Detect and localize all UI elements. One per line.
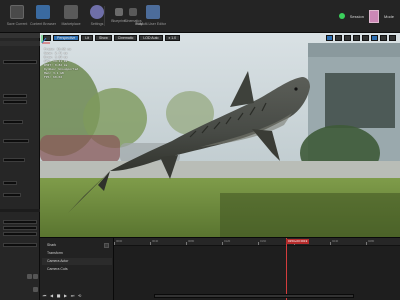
level-viewport[interactable]: Perspective Lit Show Cinematic LOD Auto … bbox=[40, 33, 400, 237]
playhead-frame-label: 0153+00 0019 bbox=[286, 239, 310, 244]
playback-range-scrollbar[interactable] bbox=[154, 294, 354, 298]
track-label: Transform bbox=[47, 251, 63, 255]
maximize-icon[interactable] bbox=[389, 35, 396, 41]
viewport-scene bbox=[40, 33, 400, 237]
marketplace-icon bbox=[64, 5, 78, 19]
details-panel bbox=[0, 33, 40, 300]
panel-header bbox=[0, 41, 40, 46]
transport-controls: ⏮ ◀ ■ ▶ ⏭ ⟲ bbox=[42, 293, 82, 298]
timeline[interactable]: 0000 0040 0080 0120 0160 0200 0240 0280 … bbox=[114, 238, 400, 300]
ruler-tick-label: 0080 bbox=[188, 239, 195, 243]
ruler-tick bbox=[150, 242, 151, 245]
ruler-tick-label: 0120 bbox=[224, 239, 231, 243]
track-label: Camera Actor bbox=[47, 259, 69, 263]
gear-icon bbox=[90, 5, 104, 19]
track-label: Shark bbox=[47, 243, 57, 247]
toolbar-label: Content Browser bbox=[29, 22, 57, 26]
jump-start-icon[interactable]: ⏮ bbox=[42, 293, 47, 298]
ruler-tick-label: 0000 bbox=[116, 239, 123, 243]
lit-button[interactable]: Lit bbox=[81, 35, 93, 41]
ruler-tick-label: 0160 bbox=[260, 239, 267, 243]
multi-user-icon bbox=[146, 5, 160, 19]
mode-label[interactable]: Mode bbox=[384, 14, 394, 19]
camera-speed-icon[interactable] bbox=[380, 35, 387, 41]
property-field[interactable] bbox=[3, 94, 27, 98]
loop-icon[interactable]: ⟲ bbox=[77, 293, 82, 298]
building-window bbox=[325, 73, 395, 128]
toolbar-label: Multi-User Editor bbox=[139, 22, 167, 26]
content-browser-icon bbox=[36, 5, 50, 19]
playhead[interactable] bbox=[286, 238, 287, 300]
building-roof bbox=[308, 43, 400, 57]
asset-thumbnail-icon[interactable] bbox=[33, 274, 38, 279]
stop-icon[interactable]: ■ bbox=[56, 293, 61, 298]
perspective-button[interactable]: Perspective bbox=[53, 35, 80, 41]
track-row[interactable]: Camera Actor bbox=[42, 258, 112, 265]
asset-thumbnail-icon[interactable] bbox=[33, 287, 38, 292]
ruler-tick-label: 0280 bbox=[368, 239, 375, 243]
translate-tool-icon[interactable] bbox=[326, 35, 333, 41]
property-field[interactable] bbox=[3, 193, 21, 197]
property-field[interactable] bbox=[3, 60, 37, 64]
shark-eye bbox=[294, 87, 298, 91]
sequencer-panel: Shark Transform Camera Actor Camera Cuts… bbox=[40, 237, 400, 300]
timeline-ruler[interactable]: 0000 0040 0080 0120 0160 0200 0240 0280 bbox=[114, 238, 400, 246]
scale-tool-icon[interactable] bbox=[344, 35, 351, 41]
property-field[interactable] bbox=[3, 181, 17, 185]
ruler-tick bbox=[258, 242, 259, 245]
parked-car bbox=[40, 135, 120, 163]
property-field[interactable] bbox=[3, 226, 37, 230]
jump-end-icon[interactable]: ⏭ bbox=[70, 293, 75, 298]
stats-overlay: Frame: 16.66 ms Game: 2.71 ms Draw: 3.04… bbox=[44, 47, 78, 79]
panel-section-divider bbox=[0, 209, 40, 212]
viewport-transform-tools bbox=[326, 35, 396, 41]
ruler-tick bbox=[114, 242, 115, 245]
track-row[interactable]: Camera Cuts bbox=[42, 266, 112, 273]
save-icon bbox=[10, 5, 24, 19]
multi-user-editor-button[interactable]: Multi-User Editor bbox=[138, 5, 168, 26]
asset-thumbnail-icon[interactable] bbox=[27, 274, 32, 279]
session-area: Session Mode bbox=[338, 9, 394, 23]
status-indicator bbox=[338, 13, 345, 19]
property-field[interactable] bbox=[3, 120, 23, 124]
track-label: Camera Cuts bbox=[47, 267, 68, 271]
track-row[interactable]: Shark bbox=[42, 242, 112, 249]
track-row[interactable]: Transform bbox=[42, 250, 112, 257]
ruler-tick bbox=[366, 242, 367, 245]
ruler-tick bbox=[186, 242, 187, 245]
lod-button[interactable]: LOD Auto bbox=[139, 35, 163, 41]
property-field[interactable] bbox=[3, 232, 37, 236]
speed-button[interactable]: x 1.0 bbox=[164, 35, 181, 41]
property-field[interactable] bbox=[3, 158, 25, 162]
world-local-icon[interactable] bbox=[353, 35, 360, 41]
ruler-tick bbox=[330, 242, 331, 245]
axis-gizmo-icon bbox=[41, 35, 50, 44]
session-label: Session bbox=[349, 13, 364, 19]
play-icon[interactable]: ▶ bbox=[63, 293, 68, 298]
snap-icon[interactable] bbox=[362, 35, 369, 41]
cinematic-button[interactable]: Cinematic bbox=[113, 35, 138, 41]
ruler-tick bbox=[222, 242, 223, 245]
property-field[interactable] bbox=[3, 100, 27, 104]
ruler-tick-label: 0240 bbox=[332, 239, 339, 243]
panel-tab-bar[interactable] bbox=[0, 33, 40, 38]
property-field[interactable] bbox=[3, 243, 37, 247]
property-field[interactable] bbox=[3, 139, 29, 143]
show-button[interactable]: Show bbox=[95, 35, 112, 41]
property-field[interactable] bbox=[3, 220, 37, 224]
reverse-icon[interactable]: ◀ bbox=[49, 293, 54, 298]
content-browser-button[interactable]: Content Browser bbox=[28, 5, 58, 26]
user-color-swatch[interactable] bbox=[368, 9, 379, 23]
grid-snap-icon[interactable] bbox=[371, 35, 378, 41]
ruler-tick-label: 0040 bbox=[152, 239, 159, 243]
add-track-icon[interactable] bbox=[104, 243, 109, 248]
main-toolbar: Save Current Content Browser Marketplace… bbox=[0, 0, 400, 33]
stat-line: FPS: 60.02 bbox=[44, 75, 63, 79]
lawn-shadow bbox=[220, 193, 400, 237]
track-list: Shark Transform Camera Actor Camera Cuts… bbox=[40, 238, 114, 300]
rotate-tool-icon[interactable] bbox=[335, 35, 342, 41]
